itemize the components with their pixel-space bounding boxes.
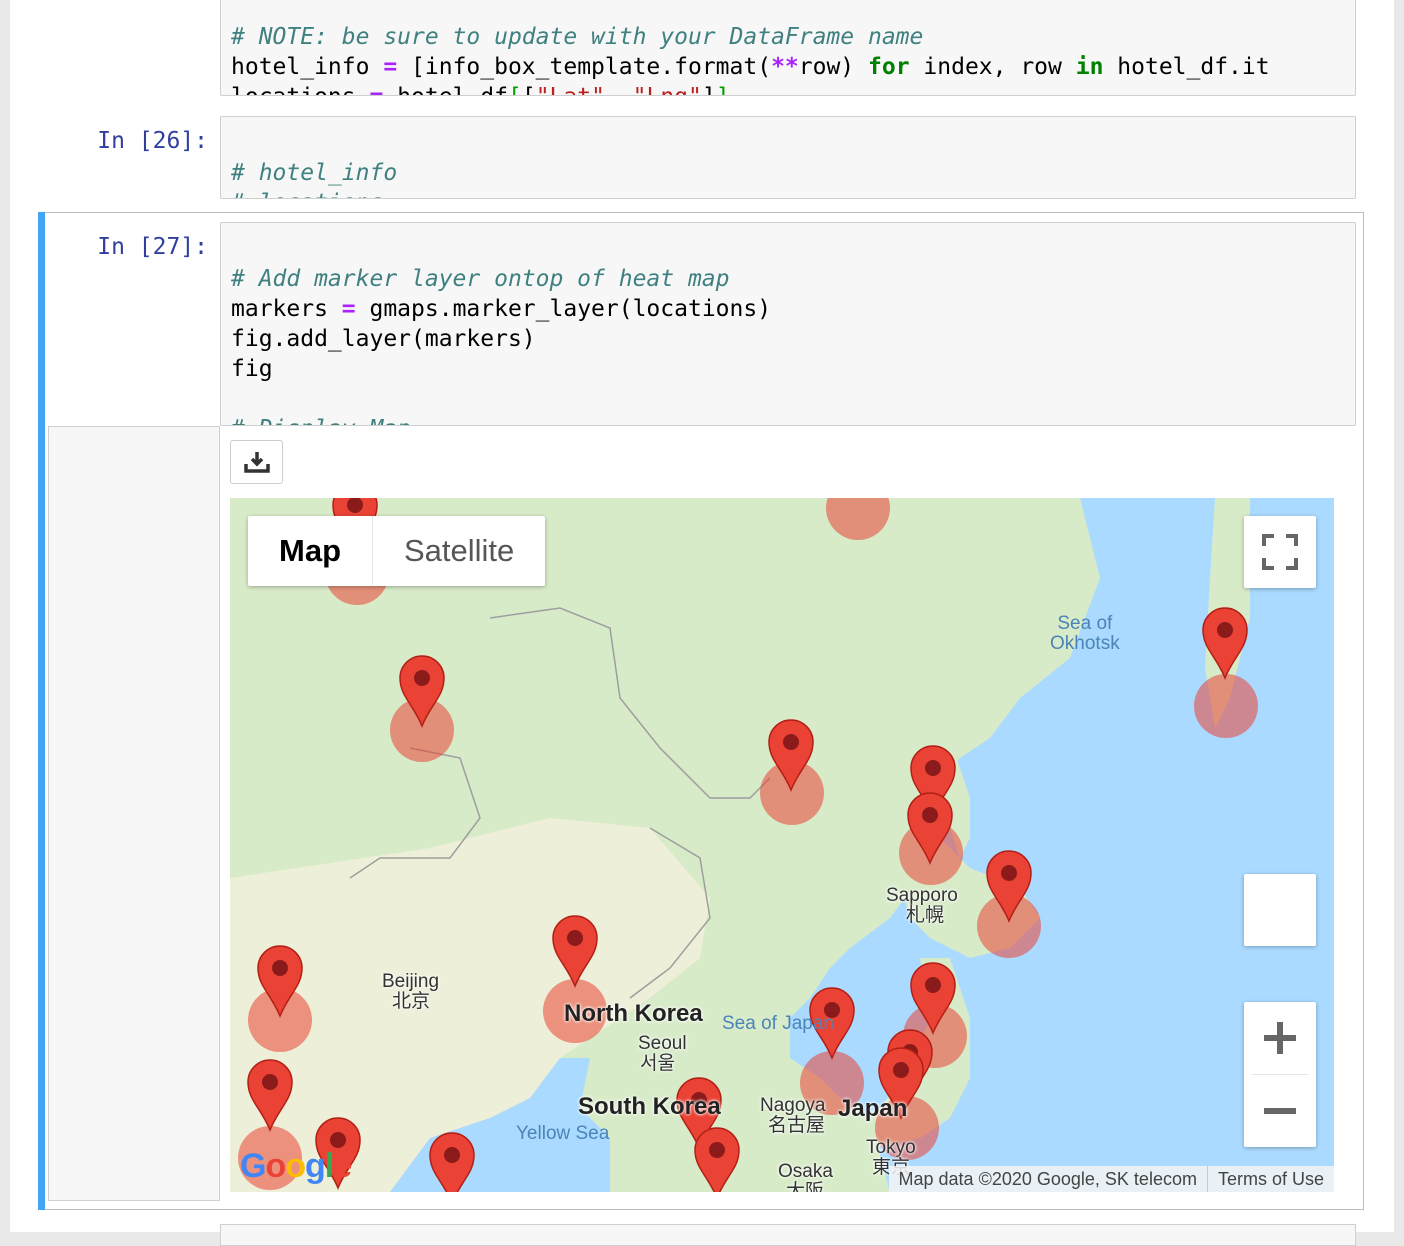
zoom-control xyxy=(1244,1002,1316,1147)
code-cell-input-top[interactable]: # NOTE: be sure to update with your Data… xyxy=(220,0,1356,96)
code-comment: # hotel_info xyxy=(231,160,398,186)
code-string: "Lat" xyxy=(536,84,605,95)
label-south-korea: South Korea xyxy=(578,1093,721,1120)
code-operator: = xyxy=(383,54,398,80)
map-marker xyxy=(694,1127,740,1192)
label-sapporo-jp: 札幌 xyxy=(906,905,945,926)
label-beijing: Beijing xyxy=(382,971,440,992)
code-token: [info_box_template.format( xyxy=(397,54,772,80)
code-token: hotel_info xyxy=(231,54,384,80)
code-operator: = xyxy=(369,84,383,95)
download-button[interactable] xyxy=(230,440,283,484)
label-osaka-jp: 大阪 xyxy=(786,1181,825,1192)
code-cell-27-input[interactable]: # Add marker layer ontop of heat map mark… xyxy=(220,222,1356,426)
code-comment: # locations xyxy=(231,190,383,198)
map-marker xyxy=(552,915,598,987)
code-comment: # Add marker layer ontop of heat map xyxy=(231,266,730,292)
code-string: "Lng" xyxy=(633,84,702,95)
code-token: index, row xyxy=(909,54,1076,80)
cell-27-prompt: In [27]: xyxy=(97,234,208,260)
cell-26-prompt: In [26]: xyxy=(97,128,208,154)
map-type-map-button[interactable]: Map xyxy=(248,516,373,586)
selected-cell-indicator xyxy=(38,212,45,1210)
label-sea-of-japan: Sea of Japan xyxy=(722,1013,834,1034)
map-widget[interactable]: Sea of Okhotsk Sapporo 札幌 Beijing 北京 Nor… xyxy=(230,498,1334,1192)
map-marker xyxy=(257,945,303,1017)
code-token: markers xyxy=(231,296,342,322)
code-bracket: [ xyxy=(522,84,536,95)
fullscreen-icon xyxy=(1262,534,1298,570)
code-token: fig.add_layer(markers) xyxy=(231,326,536,352)
label-north-korea: North Korea xyxy=(564,1000,703,1027)
label-sea-of-okhotsk: Sea of Okhotsk xyxy=(1050,613,1120,654)
map-marker xyxy=(399,655,445,727)
map-marker xyxy=(429,1132,475,1192)
street-view-button[interactable] xyxy=(1244,874,1316,946)
map-attribution-text: Map data ©2020 Google, SK telecom xyxy=(898,1169,1197,1189)
label-osaka: Osaka xyxy=(778,1161,833,1182)
label-beijing-cn: 北京 xyxy=(392,991,431,1012)
code-bracket: ] xyxy=(716,84,730,95)
map-marker xyxy=(768,719,814,791)
map-marker xyxy=(247,1059,293,1131)
fullscreen-button[interactable] xyxy=(1244,516,1316,588)
code-token: row) xyxy=(798,54,869,80)
label-nagoya: Nagoya xyxy=(760,1095,826,1116)
code-bracket: [ xyxy=(508,84,522,95)
code-comment: # NOTE: be sure to update with your Data… xyxy=(231,24,924,50)
output-prompt-area xyxy=(48,426,220,1201)
map-type-control: Map Satellite xyxy=(248,516,546,586)
google-logo[interactable]: Google xyxy=(240,1147,352,1186)
map-attribution-bar: Map data ©2020 Google, SK telecom Terms … xyxy=(888,1166,1334,1192)
map-marker xyxy=(1202,607,1248,679)
label-nagoya-jp: 名古屋 xyxy=(768,1115,826,1136)
download-icon xyxy=(243,452,270,473)
map-type-satellite-button[interactable]: Satellite xyxy=(373,516,545,586)
label-seoul-kr: 서울 xyxy=(640,1053,675,1074)
plus-icon xyxy=(1264,1022,1296,1054)
map-marker xyxy=(907,792,953,864)
code-token: fig xyxy=(231,356,273,382)
code-token: hotel_df.it xyxy=(1103,54,1270,80)
code-token: locations xyxy=(231,84,369,95)
label-yellow-sea: Yellow Sea xyxy=(516,1123,610,1144)
code-keyword: for xyxy=(868,54,910,80)
label-japan: Japan xyxy=(838,1095,908,1122)
marker-layer xyxy=(247,498,1248,1192)
map-marker xyxy=(986,850,1032,922)
next-code-cell[interactable] xyxy=(220,1224,1356,1246)
label-sapporo: Sapporo xyxy=(886,885,958,906)
code-token: hotel_df xyxy=(383,84,508,95)
terms-of-use-link[interactable]: Terms of Use xyxy=(1206,1166,1334,1192)
code-operator: = xyxy=(341,296,356,322)
label-seoul: Seoul xyxy=(638,1033,687,1054)
code-keyword: in xyxy=(1075,54,1104,80)
label-tokyo: Tokyo xyxy=(866,1137,916,1158)
map-marker xyxy=(910,962,956,1034)
code-token: gmaps.marker_layer(locations) xyxy=(355,296,772,322)
zoom-in-button[interactable] xyxy=(1244,1002,1316,1074)
code-bracket: ] xyxy=(702,84,716,95)
code-comment: # Display Map xyxy=(231,416,411,425)
code-token: , xyxy=(605,84,633,95)
code-cell-26-input[interactable]: # hotel_info # locations xyxy=(220,116,1356,199)
minus-icon xyxy=(1264,1108,1296,1114)
code-operator: ** xyxy=(771,54,799,80)
zoom-out-button[interactable] xyxy=(1244,1075,1316,1147)
